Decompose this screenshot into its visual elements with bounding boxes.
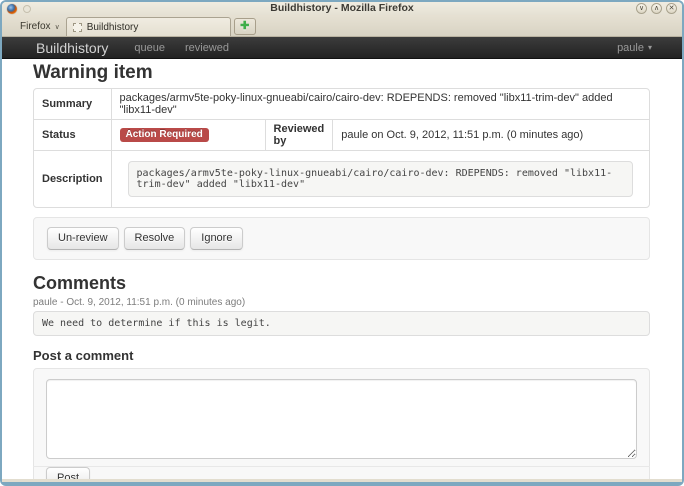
firefox-menu-button[interactable]: Firefox ∨ — [6, 21, 66, 36]
new-tab-button[interactable]: ✚ — [234, 18, 256, 35]
actions-well: Un-review Resolve Ignore — [33, 217, 650, 260]
table-row-summary: Summary packages/armv5te-poky-linux-gnue… — [34, 89, 649, 119]
footer-divider — [33, 466, 650, 467]
comments-title: Comments — [33, 273, 650, 293]
tab-buildhistory[interactable]: Buildhistory — [66, 17, 231, 36]
status-badge: Action Required — [120, 128, 209, 142]
app-navbar: Buildhistory queue reviewed paule ▾ — [2, 37, 682, 59]
description-cell: packages/armv5te-poky-linux-gnueabi/cair… — [111, 150, 649, 207]
page-content: Warning item Summary packages/armv5te-po… — [2, 59, 682, 479]
comment-input[interactable] — [46, 379, 637, 459]
ignore-button[interactable]: Ignore — [190, 227, 243, 250]
window-title: Buildhistory - Mozilla Firefox — [2, 2, 682, 15]
summary-value: packages/armv5te-poky-linux-gnueabi/cair… — [111, 89, 649, 119]
minimize-icon[interactable]: ∨ — [636, 3, 647, 14]
chevron-down-icon: ∨ — [55, 23, 60, 31]
warning-details-table: Summary packages/armv5te-poky-linux-gnue… — [33, 88, 650, 208]
window-bottom-edge — [2, 479, 682, 482]
caret-down-icon: ▾ — [648, 43, 652, 52]
user-menu[interactable]: paule ▾ — [617, 42, 652, 54]
browser-window: Buildhistory - Mozilla Firefox ∨ ∧ ✕ Fir… — [2, 2, 682, 482]
post-comment-well: Post — [33, 368, 650, 479]
firefox-menu-label: Firefox — [20, 21, 51, 32]
desktop-window-frame: Buildhistory - Mozilla Firefox ∨ ∧ ✕ Fir… — [0, 0, 684, 486]
close-icon[interactable]: ✕ — [666, 3, 677, 14]
table-row-status: Status Action Required Reviewed by paule… — [34, 119, 649, 150]
favicon-placeholder-icon — [73, 23, 82, 32]
reviewed-by-label: Reviewed by — [265, 119, 333, 150]
nav-link-reviewed[interactable]: reviewed — [185, 42, 229, 54]
comment-meta: paule - Oct. 9, 2012, 11:51 p.m. (0 minu… — [33, 297, 650, 308]
description-label: Description — [34, 150, 111, 207]
table-row-description: Description packages/armv5te-poky-linux-… — [34, 150, 649, 207]
comment-body: We need to determine if this is legit. — [33, 311, 650, 336]
un-review-button[interactable]: Un-review — [47, 227, 119, 250]
resolve-button[interactable]: Resolve — [124, 227, 186, 250]
user-menu-label: paule — [617, 42, 644, 54]
tab-title: Buildhistory — [87, 22, 139, 33]
tab-bar: Firefox ∨ Buildhistory ✚ — [2, 15, 682, 37]
post-button[interactable]: Post — [46, 467, 90, 479]
description-code: packages/armv5te-poky-linux-gnueabi/cair… — [128, 161, 633, 197]
post-comment-title: Post a comment — [33, 348, 650, 363]
reviewed-by-value: paule on Oct. 9, 2012, 11:51 p.m. (0 min… — [332, 119, 649, 150]
status-label: Status — [34, 119, 111, 150]
status-cell: Action Required — [111, 119, 265, 150]
maximize-icon[interactable]: ∧ — [651, 3, 662, 14]
nav-link-queue[interactable]: queue — [134, 42, 165, 54]
page-title: Warning item — [33, 62, 650, 83]
window-controls: ∨ ∧ ✕ — [636, 3, 677, 14]
brand-link[interactable]: Buildhistory — [36, 40, 108, 56]
plus-icon: ✚ — [240, 20, 249, 32]
summary-label: Summary — [34, 89, 111, 119]
titlebar: Buildhistory - Mozilla Firefox ∨ ∧ ✕ — [2, 2, 682, 15]
